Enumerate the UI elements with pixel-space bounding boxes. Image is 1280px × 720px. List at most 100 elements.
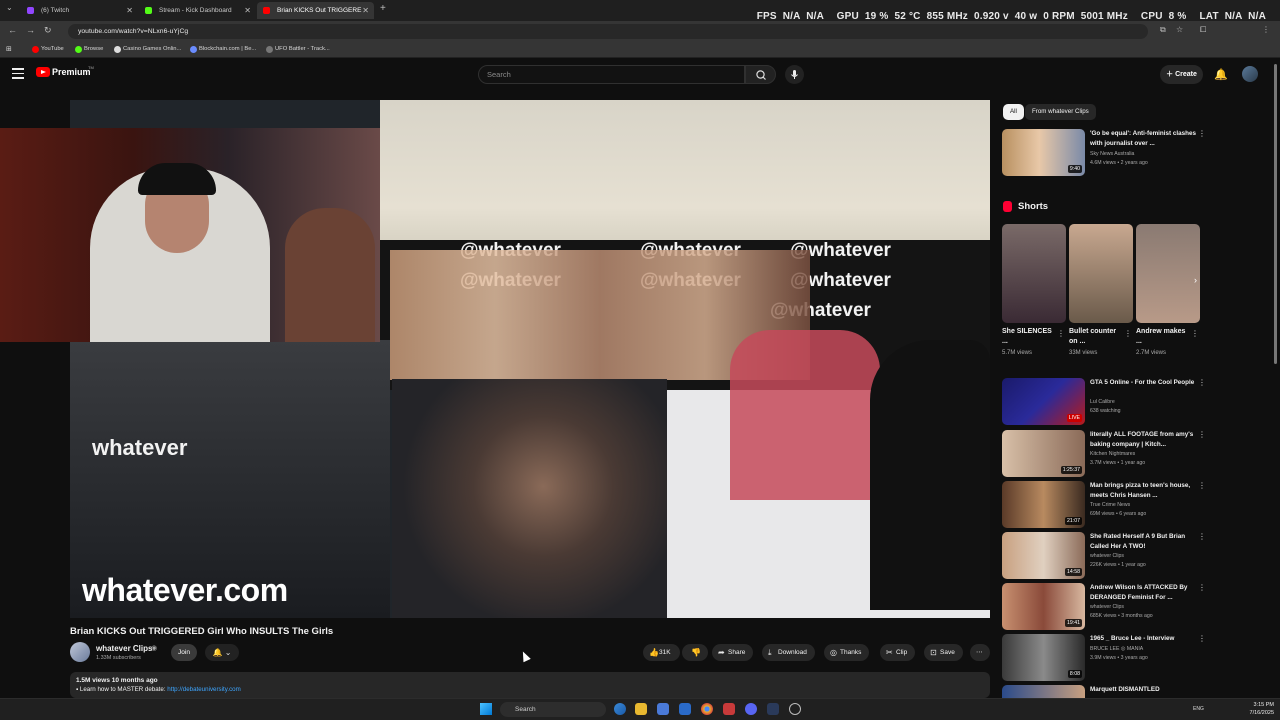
more-options-icon[interactable]: ⋮: [1198, 129, 1206, 138]
reload-icon[interactable]: ↻: [44, 25, 52, 36]
chip-from-channel[interactable]: From whatever Clips: [1025, 104, 1096, 120]
video-channel[interactable]: BRUCE LEE ◎ MANIA: [1090, 646, 1143, 652]
more-options-icon[interactable]: ⋮: [1198, 634, 1206, 643]
taskbar-search-input[interactable]: Search: [500, 702, 606, 717]
video-channel[interactable]: whatever Clips: [1090, 553, 1124, 559]
recommended-video[interactable]: 19:41 Andrew Wilson Is ATTACKED By DERAN…: [1002, 583, 1212, 631]
bookmark-casino[interactable]: Casino Games Onlin...: [114, 44, 181, 55]
system-clock[interactable]: 3:15 PM 7/16/2025: [1244, 702, 1274, 717]
more-options-icon[interactable]: ⋮: [1198, 378, 1206, 387]
video-title[interactable]: GTA 5 Online - For the Cool People: [1090, 378, 1198, 388]
address-bar[interactable]: youtube.com/watch?v=NLxn6-uYjCg: [68, 24, 1148, 39]
scrollbar-thumb[interactable]: [1274, 64, 1277, 364]
video-title[interactable]: She Rated Herself A 9 But Brian Called H…: [1090, 532, 1198, 551]
more-options-icon[interactable]: ⋮: [1124, 329, 1132, 338]
video-channel[interactable]: True Crime News: [1090, 502, 1130, 508]
more-options-icon[interactable]: ⋮: [1191, 329, 1199, 338]
join-button[interactable]: Join: [171, 644, 197, 661]
recommended-video[interactable]: 14:58 She Rated Herself A 9 But Brian Ca…: [1002, 532, 1212, 580]
youtube-logo-icon[interactable]: [36, 67, 50, 77]
recommended-video[interactable]: Marquett DISMANTLED: [1002, 685, 1212, 698]
close-tab-icon[interactable]: ✕: [126, 2, 133, 19]
close-tab-icon[interactable]: ✕: [362, 2, 369, 19]
video-channel[interactable]: Lul Calibre: [1090, 399, 1115, 405]
store-icon[interactable]: [657, 703, 669, 715]
copilot-icon[interactable]: [614, 703, 626, 715]
more-options-icon[interactable]: ⋮: [1198, 430, 1206, 439]
keyboard-language[interactable]: ENG: [1193, 706, 1204, 712]
menu-dots-icon[interactable]: ⋮: [1262, 25, 1270, 34]
shorts-next-icon[interactable]: ›: [1194, 275, 1197, 285]
video-thumbnail[interactable]: 21:07: [1002, 481, 1085, 528]
bookmark-youtube[interactable]: YouTube: [32, 44, 64, 55]
voice-search-button[interactable]: [785, 65, 804, 84]
bookmark-star-icon[interactable]: ☆: [1176, 25, 1183, 34]
close-tab-icon[interactable]: ✕: [244, 2, 251, 19]
more-options-icon[interactable]: ⋮: [1198, 481, 1206, 490]
short-thumbnail[interactable]: [1136, 224, 1200, 323]
mail-icon[interactable]: [679, 703, 691, 715]
chip-all[interactable]: All: [1003, 104, 1024, 120]
save-button[interactable]: ⊡ Save: [924, 644, 963, 661]
short-thumbnail[interactable]: [1002, 224, 1066, 323]
bookmark-ufo[interactable]: UFO Battler - Track...: [266, 44, 330, 55]
tab-twitch[interactable]: (6) Twitch ✕: [21, 2, 138, 19]
recommended-video[interactable]: 8:08 1965 _ Bruce Lee - Interview BRUCE …: [1002, 634, 1212, 682]
settings-gear-icon[interactable]: [789, 703, 801, 715]
more-actions-button[interactable]: ⋯: [970, 644, 990, 661]
channel-avatar[interactable]: [70, 642, 90, 662]
short-title[interactable]: She SILENCES ...: [1002, 327, 1058, 347]
clip-button[interactable]: ✂ Clip: [880, 644, 916, 661]
tab-search-icon[interactable]: ⌄: [6, 3, 13, 12]
hamburger-menu-icon[interactable]: [12, 68, 24, 79]
install-icon[interactable]: ⧉: [1160, 25, 1166, 35]
forward-icon[interactable]: →: [26, 25, 35, 35]
video-title[interactable]: Andrew Wilson Is ATTACKED By DERANGED Fe…: [1090, 583, 1198, 602]
windows-start-icon[interactable]: [480, 703, 492, 715]
chrome-icon[interactable]: [701, 703, 713, 715]
video-thumbnail[interactable]: 1:25:37: [1002, 430, 1085, 477]
subscription-bell-button[interactable]: 🔔 ⌄: [205, 644, 239, 661]
video-thumbnail[interactable]: 14:58: [1002, 532, 1085, 579]
description-link[interactable]: http://debateuniversity.com: [167, 686, 241, 693]
share-button[interactable]: ➦ Share: [712, 644, 754, 661]
back-icon[interactable]: ←: [8, 25, 17, 35]
video-channel[interactable]: whatever Clips: [1090, 604, 1124, 610]
recommended-video[interactable]: 1:25:37 literally ALL FOOTAGE from amy's…: [1002, 430, 1212, 478]
more-options-icon[interactable]: ⋮: [1057, 329, 1065, 338]
new-tab-button[interactable]: +: [380, 3, 386, 14]
video-channel[interactable]: Sky News Australia: [1090, 151, 1134, 157]
recommended-video[interactable]: 9:40 'Go be equal': Anti-feminist clashe…: [1002, 129, 1212, 177]
video-title[interactable]: Marquett DISMANTLED: [1090, 685, 1198, 695]
tab-youtube-video[interactable]: Brian KICKS Out TRIGGERE ✕: [257, 2, 374, 19]
app-icon[interactable]: [723, 703, 735, 715]
more-options-icon[interactable]: ⋮: [1198, 532, 1206, 541]
thanks-button[interactable]: ◎ Thanks: [824, 644, 870, 661]
youtube-premium-label[interactable]: Premium: [52, 67, 91, 77]
recommended-video[interactable]: LIVE GTA 5 Online - For the Cool People …: [1002, 378, 1212, 426]
video-title[interactable]: 'Go be equal': Anti-feminist clashes wit…: [1090, 129, 1198, 148]
search-button[interactable]: [745, 65, 776, 84]
short-title[interactable]: Bullet counter on ...: [1069, 327, 1125, 347]
like-button[interactable]: 👍 31K: [643, 644, 680, 661]
recommended-video[interactable]: 21:07 Man brings pizza to teen's house, …: [1002, 481, 1212, 529]
video-thumbnail[interactable]: 19:41: [1002, 583, 1085, 630]
video-thumbnail[interactable]: [1002, 685, 1085, 698]
bookmark-browse[interactable]: Browse: [75, 44, 103, 55]
video-title[interactable]: Man brings pizza to teen's house, meets …: [1090, 481, 1198, 500]
video-thumbnail[interactable]: 9:40: [1002, 129, 1085, 176]
video-thumbnail[interactable]: 8:08: [1002, 634, 1085, 681]
search-input[interactable]: Search: [478, 65, 745, 84]
notifications-bell-icon[interactable]: 🔔: [1214, 68, 1228, 81]
download-button[interactable]: ⤓ Download: [762, 644, 815, 661]
extensions-icon[interactable]: ⧠: [1200, 25, 1206, 35]
channel-name[interactable]: whatever Clips: [96, 644, 152, 653]
bookmark-blockchain[interactable]: Blockchain.com | Be...: [190, 44, 256, 55]
apps-icon[interactable]: ⊞: [6, 44, 12, 55]
description-box[interactable]: [70, 672, 990, 698]
short-thumbnail[interactable]: [1069, 224, 1133, 323]
more-options-icon[interactable]: ⋮: [1198, 583, 1206, 592]
account-avatar[interactable]: [1242, 66, 1258, 82]
video-thumbnail[interactable]: LIVE: [1002, 378, 1085, 425]
video-title[interactable]: 1965 _ Bruce Lee - Interview: [1090, 634, 1198, 644]
